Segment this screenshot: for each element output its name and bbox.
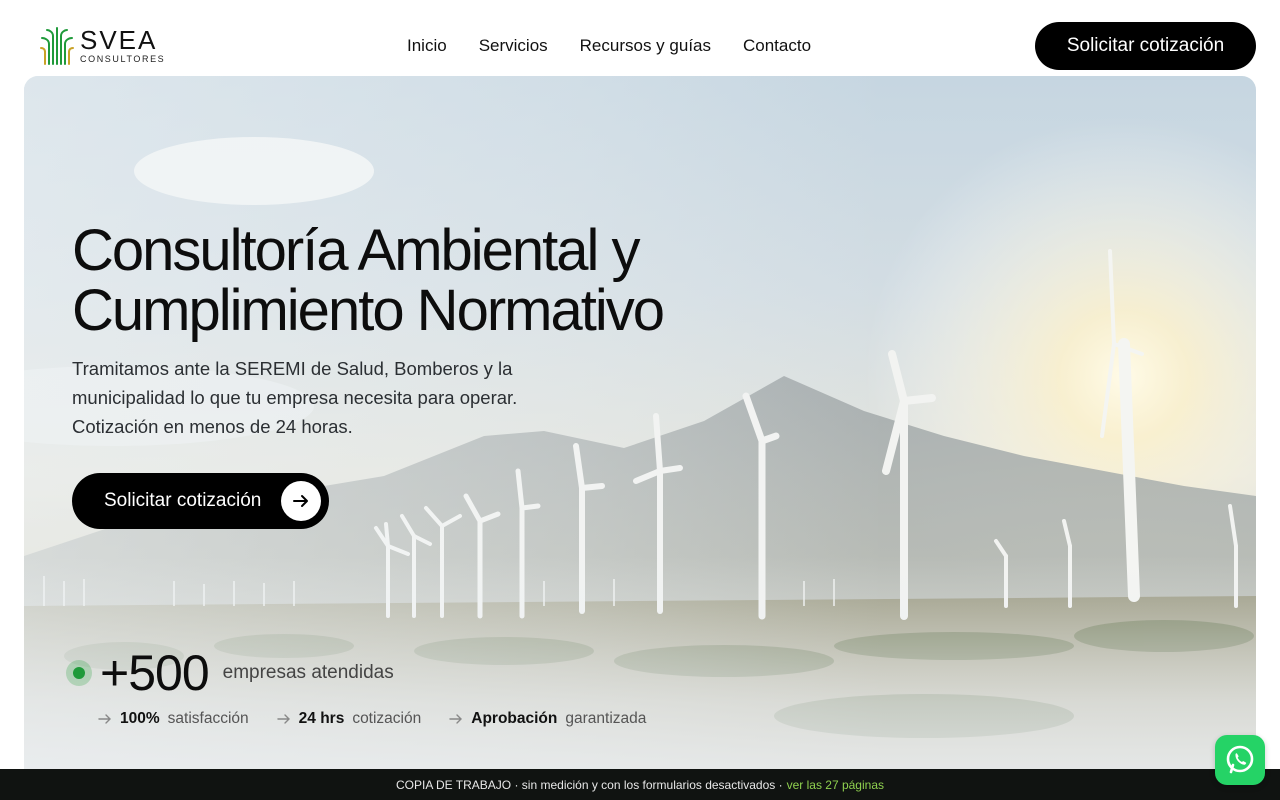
stat-value: +500 — [100, 645, 210, 701]
nav-item-recursos[interactable]: Recursos y guías — [580, 36, 711, 56]
arrow-right-icon — [98, 714, 111, 724]
header-quote-button[interactable]: Solicitar cotización — [1035, 22, 1256, 70]
hero-quote-button-label: Solicitar cotización — [104, 490, 262, 511]
arrow-right-icon — [449, 714, 463, 724]
stat-companies: +500 empresas atendidas — [66, 644, 394, 702]
feature-item: Aprobación garantizada — [449, 710, 646, 728]
nav-item-inicio[interactable]: Inicio — [407, 36, 447, 56]
hero-lead-line-3: Cotización en menos de 24 horas. — [72, 416, 353, 437]
brand-name: SVEA — [80, 24, 158, 55]
working-copy-text: COPIA DE TRABAJO · sin medición y con lo… — [396, 777, 783, 792]
hero-quote-button[interactable]: Solicitar cotización — [72, 473, 329, 529]
site-header: SVEA CONSULTORES Inicio Servicios Recurs… — [0, 0, 1280, 76]
whatsapp-icon — [1226, 745, 1254, 774]
view-pages-link[interactable]: ver las 27 páginas — [787, 778, 884, 792]
main-nav: Inicio Servicios Recursos y guías Contac… — [407, 36, 811, 56]
brand-subtitle: CONSULTORES — [80, 53, 166, 64]
hero-title-line-2: Cumplimiento Normativo — [72, 278, 665, 343]
feature-list: 100% satisfacción 24 hrs cotización Apro… — [98, 710, 646, 728]
hero-lead-line-2: municipalidad lo que tu empresa necesita… — [72, 387, 518, 408]
feature-item: 100% satisfacción — [98, 710, 249, 728]
feature-text: satisfacción — [167, 710, 249, 727]
feature-text: cotización — [352, 710, 422, 727]
feature-bold: 100% — [120, 710, 160, 727]
hero-lead-line-1: Tramitamos ante la SEREMI de Salud, Bomb… — [72, 358, 513, 379]
whatsapp-button[interactable] — [1215, 735, 1265, 785]
hero-title: Consultoría Ambiental y Cumplimiento Nor… — [72, 221, 712, 341]
arrow-right-icon — [281, 481, 321, 521]
nav-item-contacto[interactable]: Contacto — [743, 36, 811, 56]
hero-title-line-1: Consultoría Ambiental y — [72, 218, 641, 283]
status-dot-icon — [66, 660, 92, 686]
feature-item: 24 hrs cotización — [276, 710, 422, 728]
logo[interactable]: SVEA CONSULTORES — [40, 24, 165, 66]
feature-text: garantizada — [565, 710, 647, 727]
nav-item-servicios[interactable]: Servicios — [479, 36, 548, 56]
hero-section: Consultoría Ambiental y Cumplimiento Nor… — [24, 76, 1256, 800]
hero-lead: Tramitamos ante la SEREMI de Salud, Bomb… — [72, 354, 572, 441]
feature-bold: Aprobación — [471, 710, 558, 727]
feature-bold: 24 hrs — [298, 710, 345, 727]
arrow-right-icon — [276, 714, 290, 724]
working-copy-bar: COPIA DE TRABAJO · sin medición y con lo… — [0, 769, 1280, 800]
stat-label: empresas atendidas — [222, 662, 394, 683]
logo-mark-icon — [40, 27, 74, 65]
